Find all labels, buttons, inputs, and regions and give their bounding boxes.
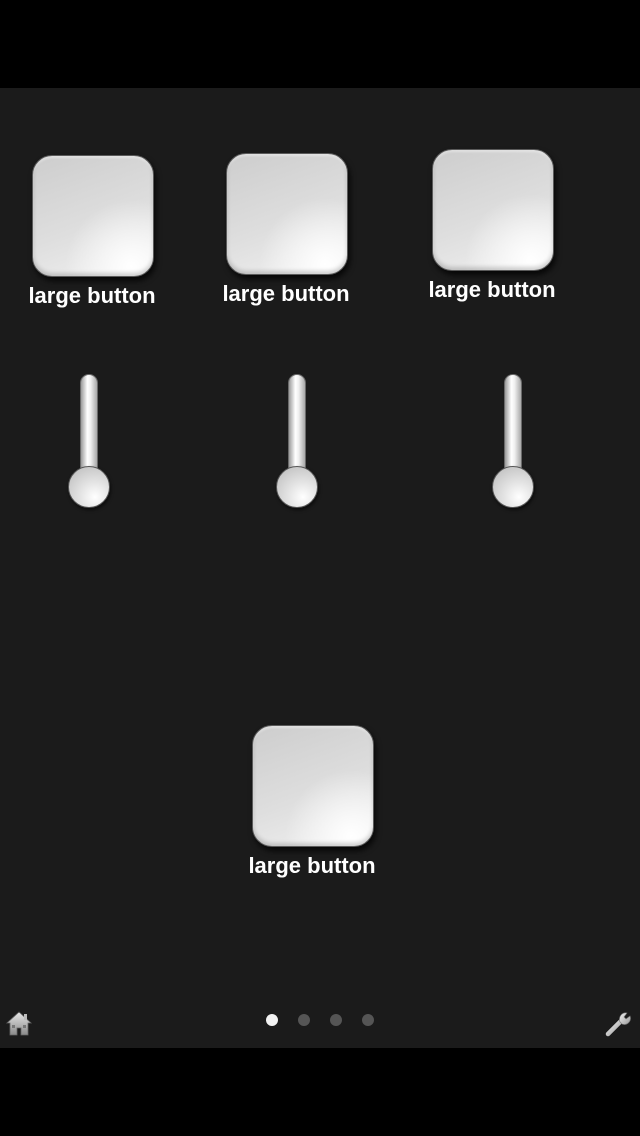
page-dot-3[interactable]: [330, 1014, 342, 1026]
vertical-slider-2[interactable]: [275, 374, 319, 510]
slider-knob[interactable]: [276, 466, 318, 508]
large-button-3-label: large button: [428, 277, 556, 302]
large-button-1[interactable]: [32, 155, 154, 277]
large-button-4-label: large button: [248, 853, 376, 878]
wrench-icon[interactable]: [605, 1010, 635, 1038]
large-button-2-label: large button: [222, 281, 350, 306]
slider-knob[interactable]: [68, 466, 110, 508]
large-button-4[interactable]: [252, 725, 374, 847]
large-button-1-label: large button: [28, 283, 156, 308]
vertical-slider-3[interactable]: [491, 374, 535, 510]
large-button-3[interactable]: [432, 149, 554, 271]
vertical-slider-1[interactable]: [67, 374, 111, 510]
slider-knob[interactable]: [492, 466, 534, 508]
home-icon[interactable]: [5, 1009, 33, 1037]
page-dot-2[interactable]: [298, 1014, 310, 1026]
page-dot-1[interactable]: [266, 1014, 278, 1026]
large-button-2[interactable]: [226, 153, 348, 275]
page-dot-4[interactable]: [362, 1014, 374, 1026]
